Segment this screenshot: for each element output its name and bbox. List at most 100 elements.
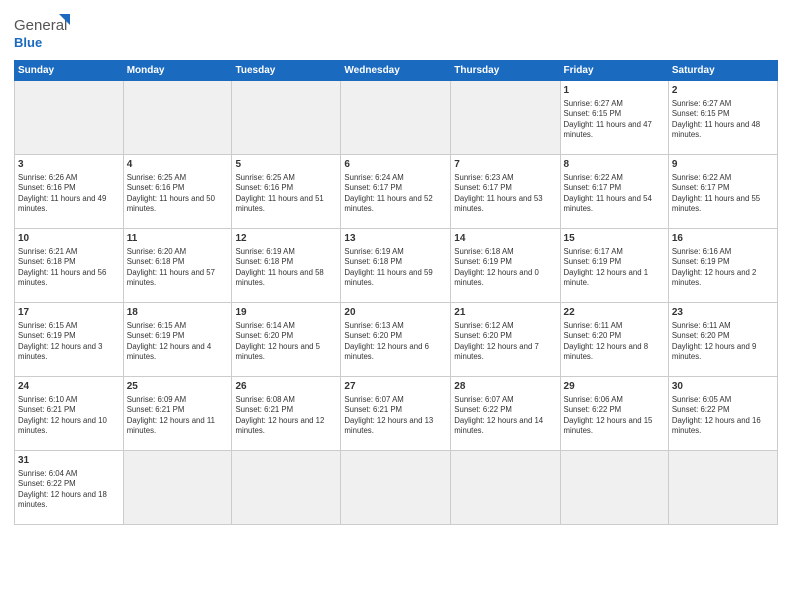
svg-text:Blue: Blue — [14, 35, 42, 50]
day-cell: 20Sunrise: 6:13 AM Sunset: 6:20 PM Dayli… — [341, 303, 451, 377]
day-cell — [451, 451, 560, 525]
day-number: 9 — [672, 158, 774, 172]
day-info: Sunrise: 6:07 AM Sunset: 6:22 PM Dayligh… — [454, 395, 556, 437]
day-number: 10 — [18, 232, 120, 246]
day-number: 15 — [564, 232, 665, 246]
day-cell: 18Sunrise: 6:15 AM Sunset: 6:19 PM Dayli… — [123, 303, 232, 377]
day-number: 13 — [344, 232, 447, 246]
day-cell: 26Sunrise: 6:08 AM Sunset: 6:21 PM Dayli… — [232, 377, 341, 451]
day-info: Sunrise: 6:19 AM Sunset: 6:18 PM Dayligh… — [235, 247, 337, 289]
col-header-friday: Friday — [560, 61, 668, 81]
week-row-5: 24Sunrise: 6:10 AM Sunset: 6:21 PM Dayli… — [15, 377, 778, 451]
day-cell — [123, 451, 232, 525]
day-cell: 28Sunrise: 6:07 AM Sunset: 6:22 PM Dayli… — [451, 377, 560, 451]
day-info: Sunrise: 6:18 AM Sunset: 6:19 PM Dayligh… — [454, 247, 556, 289]
page: GeneralBlue SundayMondayTuesdayWednesday… — [0, 0, 792, 612]
day-info: Sunrise: 6:16 AM Sunset: 6:19 PM Dayligh… — [672, 247, 774, 289]
day-number: 3 — [18, 158, 120, 172]
day-info: Sunrise: 6:09 AM Sunset: 6:21 PM Dayligh… — [127, 395, 229, 437]
day-info: Sunrise: 6:19 AM Sunset: 6:18 PM Dayligh… — [344, 247, 447, 289]
day-cell — [232, 81, 341, 155]
day-number: 5 — [235, 158, 337, 172]
day-cell: 14Sunrise: 6:18 AM Sunset: 6:19 PM Dayli… — [451, 229, 560, 303]
day-info: Sunrise: 6:13 AM Sunset: 6:20 PM Dayligh… — [344, 321, 447, 363]
day-number: 29 — [564, 380, 665, 394]
days-of-week-row: SundayMondayTuesdayWednesdayThursdayFrid… — [15, 61, 778, 81]
day-number: 22 — [564, 306, 665, 320]
day-cell: 15Sunrise: 6:17 AM Sunset: 6:19 PM Dayli… — [560, 229, 668, 303]
week-row-3: 10Sunrise: 6:21 AM Sunset: 6:18 PM Dayli… — [15, 229, 778, 303]
day-number: 16 — [672, 232, 774, 246]
day-cell: 11Sunrise: 6:20 AM Sunset: 6:18 PM Dayli… — [123, 229, 232, 303]
day-cell: 12Sunrise: 6:19 AM Sunset: 6:18 PM Dayli… — [232, 229, 341, 303]
day-info: Sunrise: 6:15 AM Sunset: 6:19 PM Dayligh… — [127, 321, 229, 363]
day-number: 1 — [564, 84, 665, 98]
day-cell: 8Sunrise: 6:22 AM Sunset: 6:17 PM Daylig… — [560, 155, 668, 229]
day-number: 7 — [454, 158, 556, 172]
day-cell: 23Sunrise: 6:11 AM Sunset: 6:20 PM Dayli… — [668, 303, 777, 377]
day-number: 21 — [454, 306, 556, 320]
generalblue-logo-icon: GeneralBlue — [14, 12, 74, 52]
week-row-4: 17Sunrise: 6:15 AM Sunset: 6:19 PM Dayli… — [15, 303, 778, 377]
day-cell: 10Sunrise: 6:21 AM Sunset: 6:18 PM Dayli… — [15, 229, 124, 303]
day-cell — [560, 451, 668, 525]
day-info: Sunrise: 6:05 AM Sunset: 6:22 PM Dayligh… — [672, 395, 774, 437]
day-cell: 7Sunrise: 6:23 AM Sunset: 6:17 PM Daylig… — [451, 155, 560, 229]
day-info: Sunrise: 6:21 AM Sunset: 6:18 PM Dayligh… — [18, 247, 120, 289]
day-cell: 30Sunrise: 6:05 AM Sunset: 6:22 PM Dayli… — [668, 377, 777, 451]
day-info: Sunrise: 6:07 AM Sunset: 6:21 PM Dayligh… — [344, 395, 447, 437]
svg-text:General: General — [14, 17, 67, 34]
day-number: 2 — [672, 84, 774, 98]
day-cell: 29Sunrise: 6:06 AM Sunset: 6:22 PM Dayli… — [560, 377, 668, 451]
day-number: 23 — [672, 306, 774, 320]
col-header-wednesday: Wednesday — [341, 61, 451, 81]
col-header-saturday: Saturday — [668, 61, 777, 81]
day-cell: 16Sunrise: 6:16 AM Sunset: 6:19 PM Dayli… — [668, 229, 777, 303]
col-header-sunday: Sunday — [15, 61, 124, 81]
day-info: Sunrise: 6:06 AM Sunset: 6:22 PM Dayligh… — [564, 395, 665, 437]
day-cell: 17Sunrise: 6:15 AM Sunset: 6:19 PM Dayli… — [15, 303, 124, 377]
logo: GeneralBlue — [14, 12, 74, 52]
day-info: Sunrise: 6:15 AM Sunset: 6:19 PM Dayligh… — [18, 321, 120, 363]
day-cell — [668, 451, 777, 525]
day-info: Sunrise: 6:23 AM Sunset: 6:17 PM Dayligh… — [454, 173, 556, 215]
day-info: Sunrise: 6:26 AM Sunset: 6:16 PM Dayligh… — [18, 173, 120, 215]
day-number: 14 — [454, 232, 556, 246]
col-header-tuesday: Tuesday — [232, 61, 341, 81]
day-cell: 19Sunrise: 6:14 AM Sunset: 6:20 PM Dayli… — [232, 303, 341, 377]
day-number: 30 — [672, 380, 774, 394]
day-info: Sunrise: 6:27 AM Sunset: 6:15 PM Dayligh… — [672, 99, 774, 141]
day-number: 4 — [127, 158, 229, 172]
day-info: Sunrise: 6:04 AM Sunset: 6:22 PM Dayligh… — [18, 469, 120, 511]
day-cell: 25Sunrise: 6:09 AM Sunset: 6:21 PM Dayli… — [123, 377, 232, 451]
day-info: Sunrise: 6:22 AM Sunset: 6:17 PM Dayligh… — [672, 173, 774, 215]
day-info: Sunrise: 6:11 AM Sunset: 6:20 PM Dayligh… — [672, 321, 774, 363]
header: GeneralBlue — [14, 12, 778, 52]
day-cell: 2Sunrise: 6:27 AM Sunset: 6:15 PM Daylig… — [668, 81, 777, 155]
day-number: 28 — [454, 380, 556, 394]
day-info: Sunrise: 6:10 AM Sunset: 6:21 PM Dayligh… — [18, 395, 120, 437]
day-info: Sunrise: 6:22 AM Sunset: 6:17 PM Dayligh… — [564, 173, 665, 215]
day-info: Sunrise: 6:20 AM Sunset: 6:18 PM Dayligh… — [127, 247, 229, 289]
day-cell: 6Sunrise: 6:24 AM Sunset: 6:17 PM Daylig… — [341, 155, 451, 229]
week-row-6: 31Sunrise: 6:04 AM Sunset: 6:22 PM Dayli… — [15, 451, 778, 525]
calendar-header: SundayMondayTuesdayWednesdayThursdayFrid… — [15, 61, 778, 81]
day-info: Sunrise: 6:08 AM Sunset: 6:21 PM Dayligh… — [235, 395, 337, 437]
day-cell — [341, 81, 451, 155]
day-info: Sunrise: 6:25 AM Sunset: 6:16 PM Dayligh… — [235, 173, 337, 215]
day-info: Sunrise: 6:11 AM Sunset: 6:20 PM Dayligh… — [564, 321, 665, 363]
day-cell: 4Sunrise: 6:25 AM Sunset: 6:16 PM Daylig… — [123, 155, 232, 229]
day-number: 19 — [235, 306, 337, 320]
day-cell: 13Sunrise: 6:19 AM Sunset: 6:18 PM Dayli… — [341, 229, 451, 303]
day-number: 31 — [18, 454, 120, 468]
day-cell — [15, 81, 124, 155]
day-cell — [123, 81, 232, 155]
col-header-thursday: Thursday — [451, 61, 560, 81]
calendar-table: SundayMondayTuesdayWednesdayThursdayFrid… — [14, 60, 778, 525]
col-header-monday: Monday — [123, 61, 232, 81]
day-cell — [341, 451, 451, 525]
day-info: Sunrise: 6:14 AM Sunset: 6:20 PM Dayligh… — [235, 321, 337, 363]
day-number: 25 — [127, 380, 229, 394]
day-cell: 5Sunrise: 6:25 AM Sunset: 6:16 PM Daylig… — [232, 155, 341, 229]
day-cell: 22Sunrise: 6:11 AM Sunset: 6:20 PM Dayli… — [560, 303, 668, 377]
